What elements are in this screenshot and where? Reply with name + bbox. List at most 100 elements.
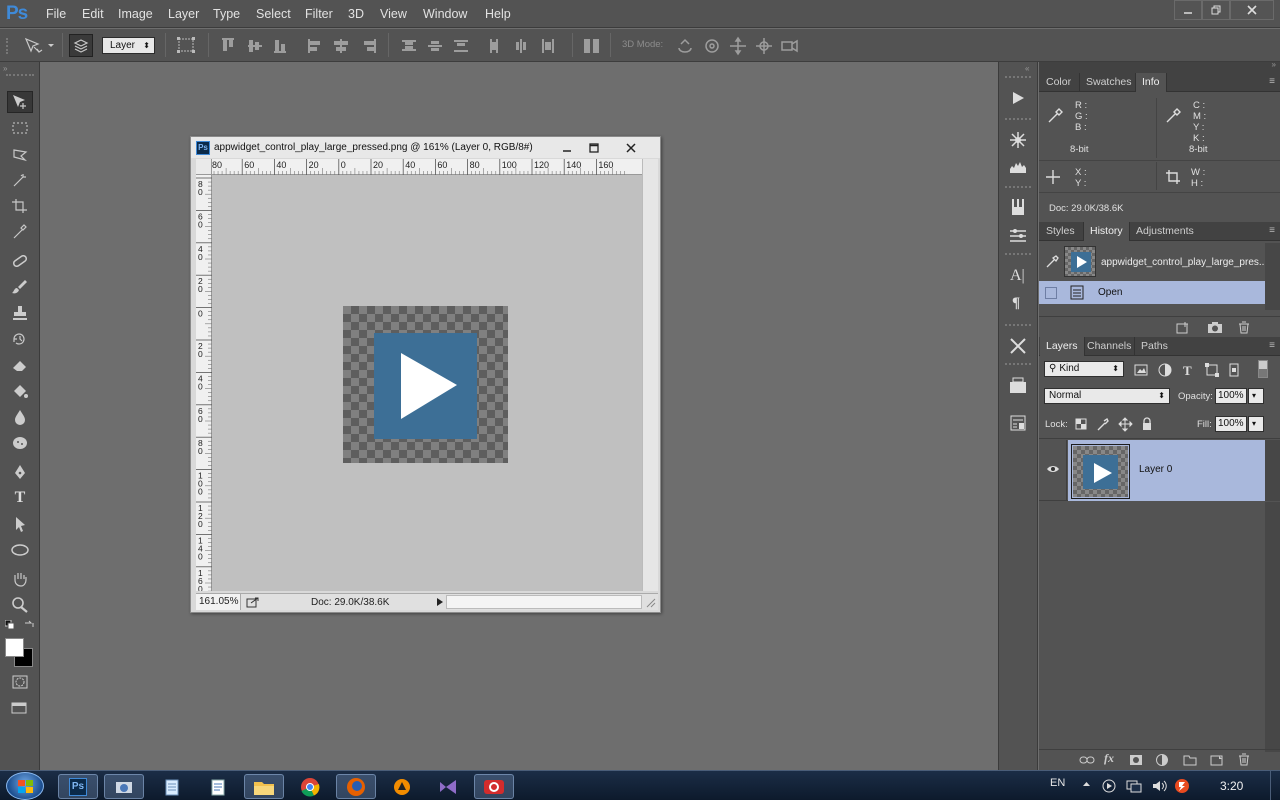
paint-bucket-tool[interactable] (7, 380, 33, 402)
system-clock[interactable]: 3:20 (1220, 779, 1243, 793)
brush-presets-button[interactable] (1009, 198, 1027, 216)
history-brush-tool[interactable] (7, 328, 33, 350)
collapse-panels-icon[interactable]: » (1272, 60, 1276, 69)
document-window[interactable]: Ps appwidget_control_play_large_pressed.… (190, 136, 661, 613)
delete-state-button[interactable] (1237, 321, 1251, 334)
doc-close-button[interactable] (617, 139, 645, 157)
clone-source-button[interactable] (1009, 227, 1027, 243)
share-icon[interactable] (246, 596, 260, 608)
zoom-level-field[interactable]: 161.05% (196, 594, 241, 610)
history-state-checkbox[interactable] (1045, 287, 1057, 299)
layer-filter-dropdown[interactable]: ⚲ Kind ⬍ (1044, 361, 1124, 377)
paragraph-panel-button[interactable]: ¶ (1012, 295, 1020, 312)
auto-select-toggle[interactable] (69, 34, 93, 57)
screen-mode-button[interactable] (7, 697, 33, 719)
delete-layer-button[interactable] (1237, 753, 1251, 766)
show-desktop-button[interactable] (1270, 771, 1280, 800)
healing-brush-tool[interactable] (7, 250, 33, 272)
fill-input[interactable]: 100% (1215, 416, 1247, 432)
taskbar-explorer[interactable] (244, 774, 284, 799)
menu-help[interactable]: Help (485, 7, 511, 21)
taskbar-control-panel[interactable] (104, 774, 144, 799)
properties-button[interactable] (1009, 414, 1027, 432)
tray-media-icon[interactable] (1102, 779, 1116, 793)
layer-visibility-toggle[interactable] (1039, 440, 1067, 501)
menu-select[interactable]: Select (256, 7, 291, 21)
blur-tool[interactable] (7, 406, 33, 428)
type-tool[interactable]: T (7, 487, 33, 509)
expand-dock-icon[interactable]: « (1025, 64, 1029, 73)
tab-styles[interactable]: Styles (1040, 222, 1081, 241)
cmyk-eyedropper-icon[interactable] (1165, 108, 1181, 124)
tab-paths[interactable]: Paths (1134, 337, 1174, 356)
tab-adjustments[interactable]: Adjustments (1130, 222, 1200, 241)
taskbar-notepad[interactable] (152, 774, 192, 799)
show-hidden-icons-button[interactable] (1082, 780, 1091, 787)
new-document-from-state-button[interactable] (1176, 321, 1192, 334)
path-selection-tool[interactable] (7, 513, 33, 535)
eraser-tool[interactable] (7, 354, 33, 376)
opacity-input[interactable]: 100% (1215, 388, 1247, 404)
panel-menu-icon[interactable]: ≡ (1269, 225, 1275, 236)
history-state-row[interactable]: Open (1039, 281, 1265, 304)
menu-3d[interactable]: 3D (348, 7, 364, 21)
menu-window[interactable]: Window (423, 7, 467, 21)
panel-menu-icon[interactable]: ≡ (1269, 340, 1275, 351)
menu-edit[interactable]: Edit (82, 7, 104, 21)
hand-tool[interactable] (7, 568, 33, 590)
image-canvas[interactable] (343, 306, 508, 463)
status-menu-arrow-icon[interactable] (436, 597, 444, 607)
canvas-area[interactable] (212, 175, 642, 591)
3d-panel-button[interactable] (1009, 131, 1027, 149)
move-tool-preset-picker[interactable] (22, 35, 54, 55)
dodge-tool[interactable] (7, 432, 33, 454)
menu-layer[interactable]: Layer (168, 7, 199, 21)
layer-name[interactable]: Layer 0 (1139, 464, 1172, 475)
adjustment-layer-button[interactable] (1155, 753, 1169, 767)
tab-swatches[interactable]: Swatches (1079, 73, 1138, 92)
ruler-origin[interactable] (196, 159, 212, 175)
taskbar-firefox[interactable] (336, 774, 376, 799)
quick-selection-tool[interactable] (7, 169, 33, 191)
quick-mask-button[interactable] (7, 671, 33, 693)
tray-network-icon[interactable] (1126, 779, 1142, 793)
crop-tool[interactable] (7, 195, 33, 217)
menu-filter[interactable]: Filter (305, 7, 333, 21)
auto-select-dropdown[interactable]: Layer ⬍ (102, 37, 155, 54)
layer-style-button[interactable]: fx (1104, 751, 1114, 766)
minimize-button[interactable] (1174, 0, 1202, 20)
tab-channels[interactable]: Channels (1081, 337, 1137, 356)
new-layer-button[interactable] (1210, 754, 1224, 766)
lock-buttons[interactable] (1074, 417, 1154, 433)
show-transform-controls[interactable] (176, 36, 196, 54)
lasso-tool[interactable] (7, 143, 33, 165)
histogram-panel-button[interactable] (1009, 160, 1027, 174)
taskbar-photoshop[interactable]: Ps (58, 774, 98, 799)
filter-type-buttons[interactable]: T (1133, 362, 1263, 378)
default-colors-button[interactable] (5, 620, 15, 630)
new-group-button[interactable] (1183, 754, 1197, 766)
collapse-toolbar-icon[interactable]: » (3, 64, 7, 73)
rgb-eyedropper-icon[interactable] (1047, 108, 1063, 124)
filter-toggle[interactable] (1258, 360, 1268, 378)
foreground-color-swatch[interactable] (5, 638, 24, 657)
history-brush-source-icon[interactable] (1045, 255, 1059, 269)
tool-presets-button[interactable] (1009, 337, 1027, 355)
layers-scrollbar[interactable] (1265, 440, 1280, 501)
ellipse-tool[interactable] (7, 539, 33, 561)
tab-history[interactable]: History (1083, 222, 1130, 241)
history-snapshot-row[interactable]: appwidget_control_play_large_pres... (1039, 243, 1267, 283)
resize-grip-icon[interactable] (644, 596, 656, 608)
menu-file[interactable]: File (46, 7, 66, 21)
restore-button[interactable] (1202, 0, 1230, 20)
taskbar-chrome[interactable] (290, 774, 330, 799)
swap-colors-button[interactable] (24, 620, 34, 630)
layer-thumbnail-frame[interactable] (1071, 444, 1130, 499)
history-scrollbar[interactable] (1265, 243, 1280, 310)
new-snapshot-button[interactable] (1207, 321, 1223, 334)
link-layers-button[interactable] (1079, 754, 1095, 766)
move-tool[interactable] (7, 91, 33, 113)
layer-row[interactable]: Layer 0 (1039, 440, 1280, 501)
menu-image[interactable]: Image (118, 7, 153, 21)
tab-info[interactable]: Info (1135, 73, 1167, 92)
